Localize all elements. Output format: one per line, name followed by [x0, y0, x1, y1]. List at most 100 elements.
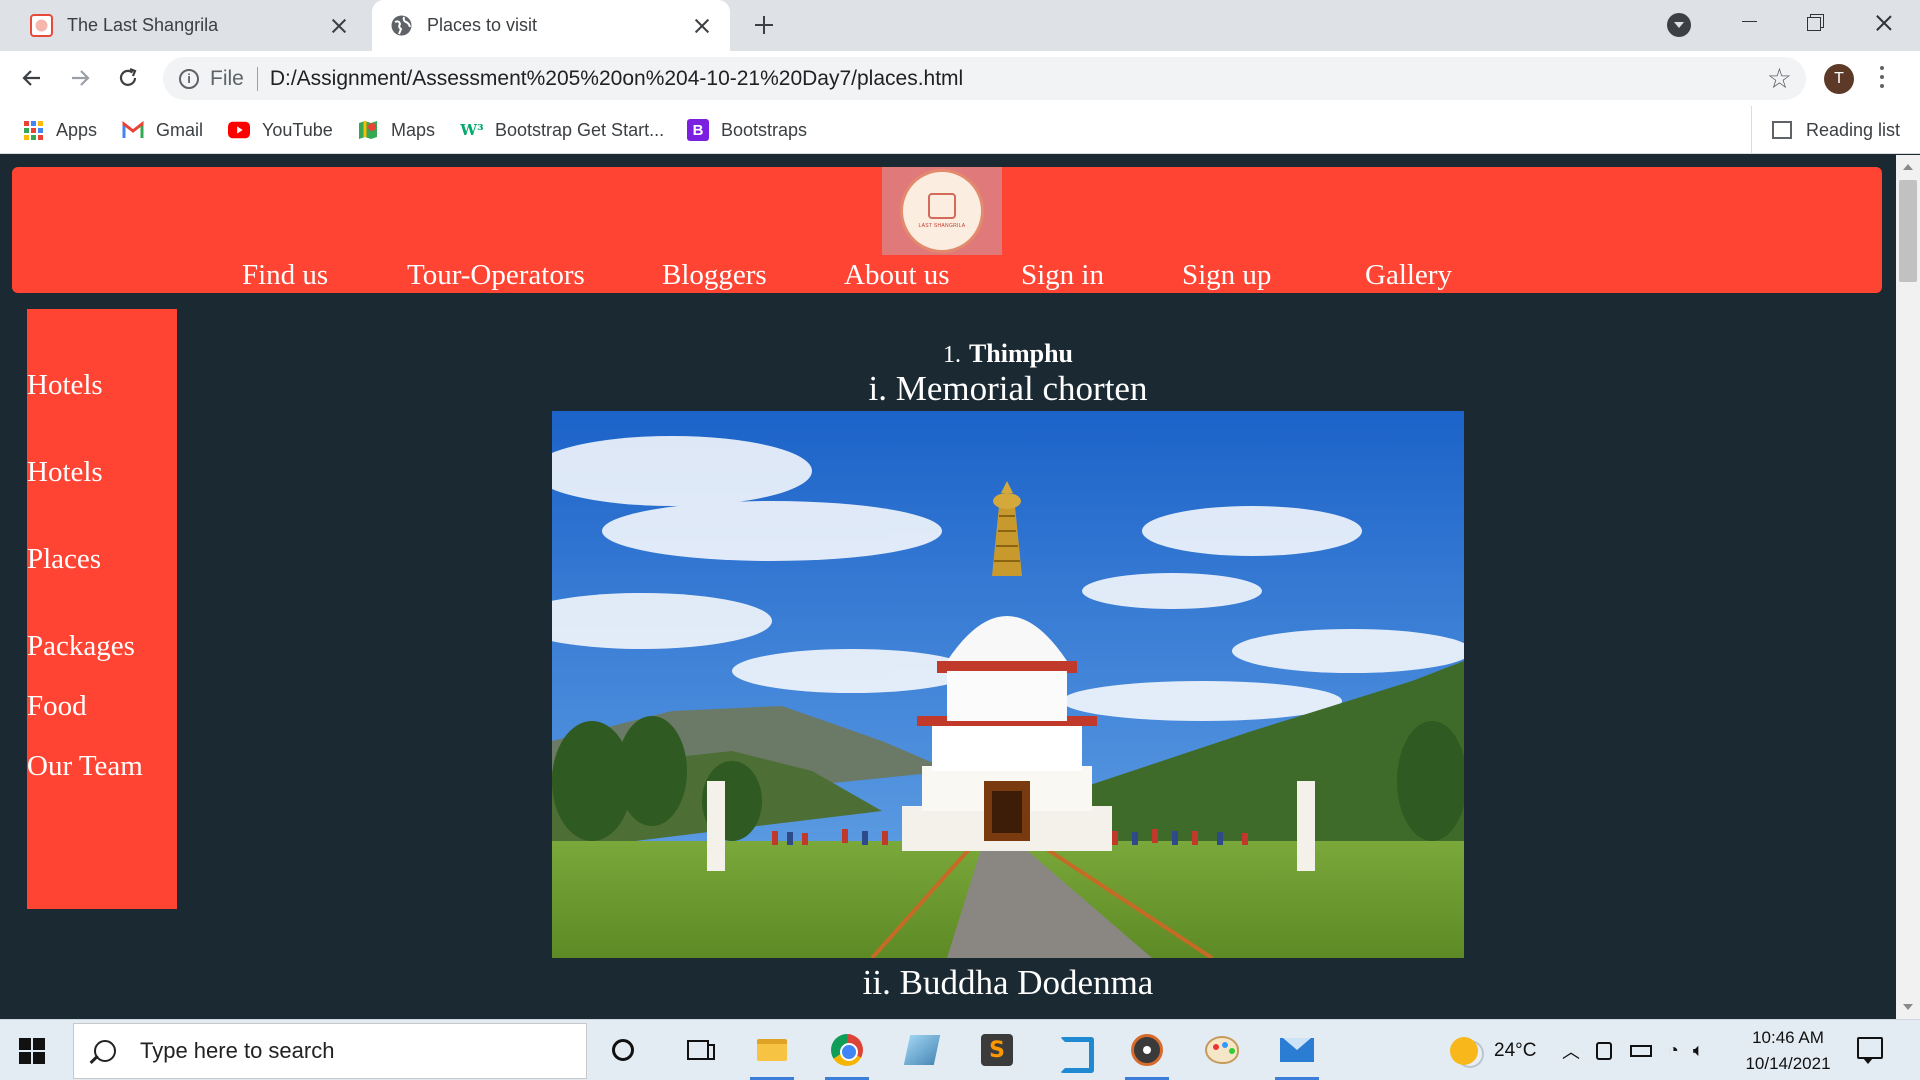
vscode-icon[interactable]: [1050, 1028, 1094, 1072]
forward-arrow-icon[interactable]: [63, 61, 97, 95]
weather-temperature: 24°C: [1494, 1039, 1537, 1061]
profile-avatar[interactable]: T: [1824, 64, 1854, 94]
bookmark-bootstraps[interactable]: B Bootstraps: [687, 106, 807, 154]
file-explorer-icon[interactable]: [750, 1028, 794, 1080]
meet-now-icon[interactable]: [1596, 1041, 1612, 1060]
bookmark-label: YouTube: [262, 119, 333, 140]
bookmarks-bar: Apps Gmail YouTube Maps W³ Bootstrap Get…: [0, 106, 1920, 154]
notepad-app-icon[interactable]: [900, 1028, 944, 1072]
bookmark-label: Bootstraps: [721, 119, 808, 140]
bookmark-maps[interactable]: Maps: [357, 106, 435, 154]
bookmark-bootstrap-get-started[interactable]: W³ Bootstrap Get Start...: [460, 106, 665, 154]
tab-search-icon[interactable]: [1667, 13, 1691, 37]
volume-icon[interactable]: 🔈︎: [1693, 1040, 1704, 1061]
side-link-our-team[interactable]: Our Team: [27, 750, 143, 783]
side-link-places[interactable]: Places: [27, 543, 101, 576]
place-heading-buddha-dodenma: ii. Buddha Dodenma: [552, 963, 1464, 1003]
tab-title: The Last Shangrila: [67, 15, 219, 35]
reload-icon[interactable]: [111, 61, 145, 95]
side-link-packages[interactable]: Packages: [27, 630, 135, 663]
notifications-icon[interactable]: [1857, 1037, 1883, 1064]
taskbar-search-box[interactable]: Type here to search: [73, 1023, 587, 1079]
bookmark-youtube[interactable]: YouTube: [228, 106, 333, 154]
tab-close-icon[interactable]: [692, 16, 712, 36]
weather-widget[interactable]: 24°C: [1450, 1020, 1536, 1080]
site-logo[interactable]: LAST SHANGRILA: [882, 167, 1002, 255]
bootstrap-icon: B: [687, 119, 709, 141]
bookmark-star-icon[interactable]: ☆: [1767, 62, 1792, 95]
side-link-hotels[interactable]: Hotels: [27, 369, 103, 402]
tab-the-last-shangrila[interactable]: The Last Shangrila: [0, 0, 367, 51]
nav-about-us[interactable]: About us: [844, 259, 950, 292]
new-tab-plus-icon[interactable]: [748, 9, 780, 41]
site-info-icon[interactable]: i: [179, 68, 199, 89]
windows-start-icon[interactable]: [19, 1038, 45, 1064]
nav-find-us[interactable]: Find us: [242, 259, 328, 292]
bookmark-label: Bootstrap Get Start...: [495, 119, 665, 140]
tray-chevron-up-icon[interactable]: ︿: [1562, 1038, 1580, 1064]
reading-list-icon: [1772, 121, 1792, 139]
place-heading-memorial-chorten: i. Memorial chorten: [552, 369, 1464, 409]
media-player-icon[interactable]: [1125, 1028, 1169, 1080]
cortana-icon[interactable]: [601, 1028, 645, 1072]
taskbar-clock[interactable]: 10:46 AM 10/14/2021: [1732, 1025, 1844, 1077]
page-viewport: LAST SHANGRILA Find us Tour-Operators Bl…: [0, 155, 1896, 1019]
search-icon: [94, 1040, 116, 1062]
reading-list-label: Reading list: [1806, 119, 1901, 140]
bookmark-apps[interactable]: Apps: [22, 106, 97, 154]
sublime-text-icon[interactable]: S: [975, 1028, 1019, 1072]
mail-icon[interactable]: [1275, 1028, 1319, 1080]
url-text[interactable]: D:/Assignment/Assessment%205%20on%204-10…: [270, 67, 963, 91]
backpack-icon: [928, 193, 956, 219]
globe-icon: [390, 14, 413, 37]
nav-sign-in[interactable]: Sign in: [1021, 259, 1104, 292]
nav-bloggers[interactable]: Bloggers: [662, 259, 767, 292]
address-bar[interactable]: i File D:/Assignment/Assessment%205%20on…: [163, 57, 1806, 100]
task-view-icon[interactable]: [676, 1028, 720, 1072]
maps-icon: [357, 119, 379, 141]
restore-icon[interactable]: [1786, 0, 1846, 44]
gmail-icon: [122, 119, 144, 141]
place-name: Buddha Dodenma: [899, 963, 1154, 1002]
battery-icon[interactable]: [1630, 1044, 1652, 1057]
side-link-hotels-2[interactable]: Hotels: [27, 456, 103, 489]
site-favicon-icon: [30, 14, 53, 37]
minimize-icon[interactable]: [1720, 0, 1780, 44]
url-separator: [256, 66, 258, 91]
search-placeholder: Type here to search: [140, 1038, 335, 1063]
nav-tour-operators[interactable]: Tour-Operators: [407, 259, 585, 292]
bookmark-label: Maps: [391, 119, 436, 140]
tab-places-to-visit[interactable]: Places to visit: [372, 0, 730, 51]
logo-badge: LAST SHANGRILA: [900, 169, 984, 253]
scroll-up-arrow-icon[interactable]: [1903, 164, 1913, 170]
clock-date: 10/14/2021: [1745, 1054, 1831, 1073]
nav-sign-up[interactable]: Sign up: [1182, 259, 1271, 292]
scroll-down-arrow-icon[interactable]: [1903, 1004, 1913, 1010]
wifi-icon[interactable]: ◔: [1668, 1040, 1679, 1061]
logo-text: LAST SHANGRILA: [918, 223, 966, 229]
place-name: Memorial chorten: [895, 369, 1148, 408]
apps-grid-icon: [22, 119, 44, 141]
region-name: Thimphu: [968, 339, 1074, 368]
region-heading: 1. Thimphu: [552, 339, 1464, 369]
paint-icon[interactable]: [1200, 1028, 1244, 1072]
windows-taskbar: Type here to search S 24°C ︿ ◔ 🔈︎ 10:46 …: [0, 1019, 1920, 1080]
tab-title: Places to visit: [427, 15, 538, 35]
nav-gallery[interactable]: Gallery: [1365, 259, 1452, 292]
region-number: 1.: [942, 342, 961, 368]
tab-close-icon[interactable]: [329, 16, 349, 36]
page-scrollbar[interactable]: [1896, 155, 1920, 1019]
chrome-icon[interactable]: [825, 1028, 869, 1080]
bookmark-gmail[interactable]: Gmail: [122, 106, 203, 154]
reading-list-button[interactable]: Reading list: [1751, 106, 1900, 154]
back-arrow-icon[interactable]: [15, 61, 49, 95]
window-close-icon[interactable]: [1854, 0, 1914, 44]
site-header: LAST SHANGRILA Find us Tour-Operators Bl…: [12, 167, 1882, 293]
browser-menu-icon[interactable]: [1880, 66, 1884, 90]
weather-sun-icon: [1450, 1036, 1478, 1065]
youtube-icon: [228, 119, 250, 141]
side-link-food[interactable]: Food: [27, 690, 87, 723]
bookmark-label: Apps: [56, 119, 98, 140]
w3schools-icon: W³: [460, 121, 484, 139]
scrollbar-thumb[interactable]: [1899, 180, 1917, 282]
